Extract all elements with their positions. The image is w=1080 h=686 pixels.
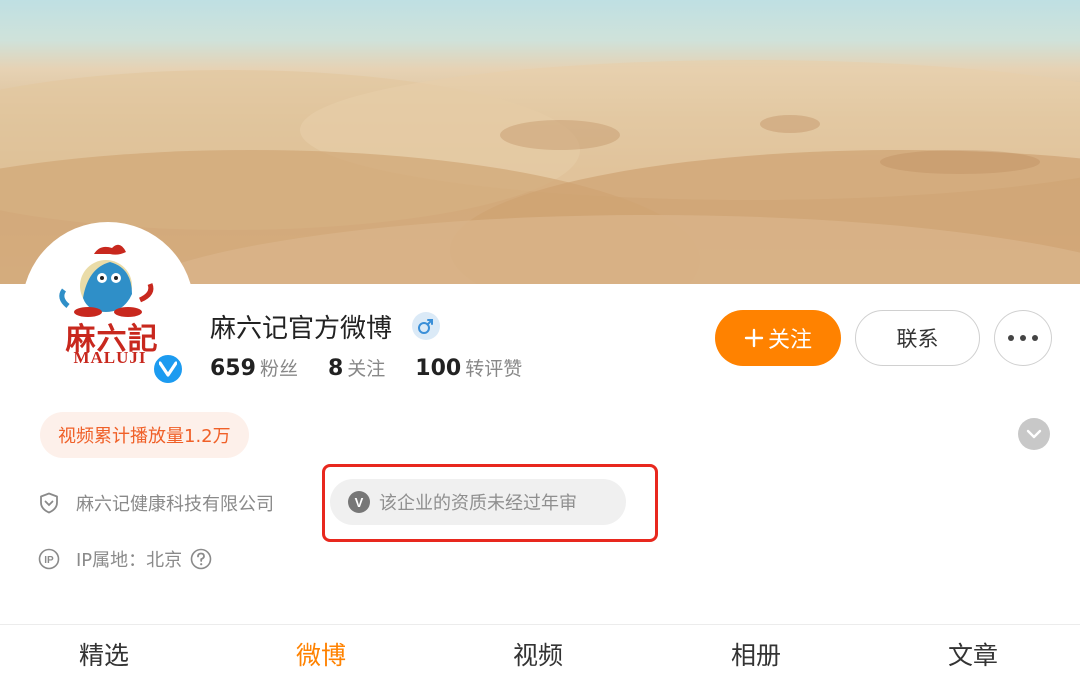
more-button[interactable]: [994, 310, 1052, 366]
contact-label: 联系: [896, 327, 939, 351]
contact-button[interactable]: 联系: [855, 310, 980, 366]
stat-label: 粉丝: [259, 358, 298, 380]
stat-value: 8: [327, 356, 344, 381]
audit-status-pill[interactable]: V 该企业的资质未经过年审: [330, 479, 626, 525]
tab-album[interactable]: 相册: [696, 636, 816, 672]
divider: [0, 624, 1080, 625]
stat-followers[interactable]: 659 粉丝: [210, 354, 298, 381]
tab-featured[interactable]: 精选: [44, 636, 164, 672]
svg-text:IP: IP: [44, 555, 54, 566]
question-icon[interactable]: [190, 548, 212, 570]
tab-articles[interactable]: 文章: [913, 636, 1033, 672]
expand-button[interactable]: [1018, 418, 1050, 450]
company-row: 麻六记健康科技有限公司: [38, 490, 274, 516]
follow-button[interactable]: 关注: [715, 310, 841, 366]
stat-label: 关注: [347, 358, 386, 380]
ip-location: IP属地：北京: [76, 550, 183, 571]
stat-value: 100: [415, 356, 462, 381]
plus-icon: [744, 328, 764, 348]
audit-text: 该企业的资质未经过年审: [379, 493, 577, 514]
tab-weibo[interactable]: 微博: [261, 636, 381, 672]
video-play-count-tag[interactable]: 视频累计播放量1.2万: [40, 412, 249, 458]
stat-value: 659: [210, 356, 256, 381]
stat-label: 转评赞: [465, 358, 523, 380]
tab-video[interactable]: 视频: [478, 636, 598, 672]
stat-interactions[interactable]: 100 转评赞: [415, 354, 522, 381]
verified-v-icon: [151, 352, 185, 386]
shield-icon: [38, 492, 60, 514]
male-icon: [412, 312, 440, 340]
company-name: 麻六记健康科技有限公司: [76, 494, 274, 515]
chevron-down-icon: [1026, 429, 1042, 439]
stat-following[interactable]: 8 关注: [328, 354, 385, 381]
profile-stats: 659 粉丝 8 关注 100 转评赞: [210, 354, 552, 386]
follow-label: 关注: [767, 328, 812, 353]
audit-badge: V: [348, 491, 370, 513]
ip-row: IP IP属地：北京: [38, 546, 212, 572]
more-dots-icon: [1008, 335, 1038, 341]
content-tabs: 精选 微博 视频 相册 文章: [0, 636, 1080, 686]
profile-name: 麻六记官方微博: [210, 314, 393, 344]
ip-icon: IP: [38, 548, 60, 570]
